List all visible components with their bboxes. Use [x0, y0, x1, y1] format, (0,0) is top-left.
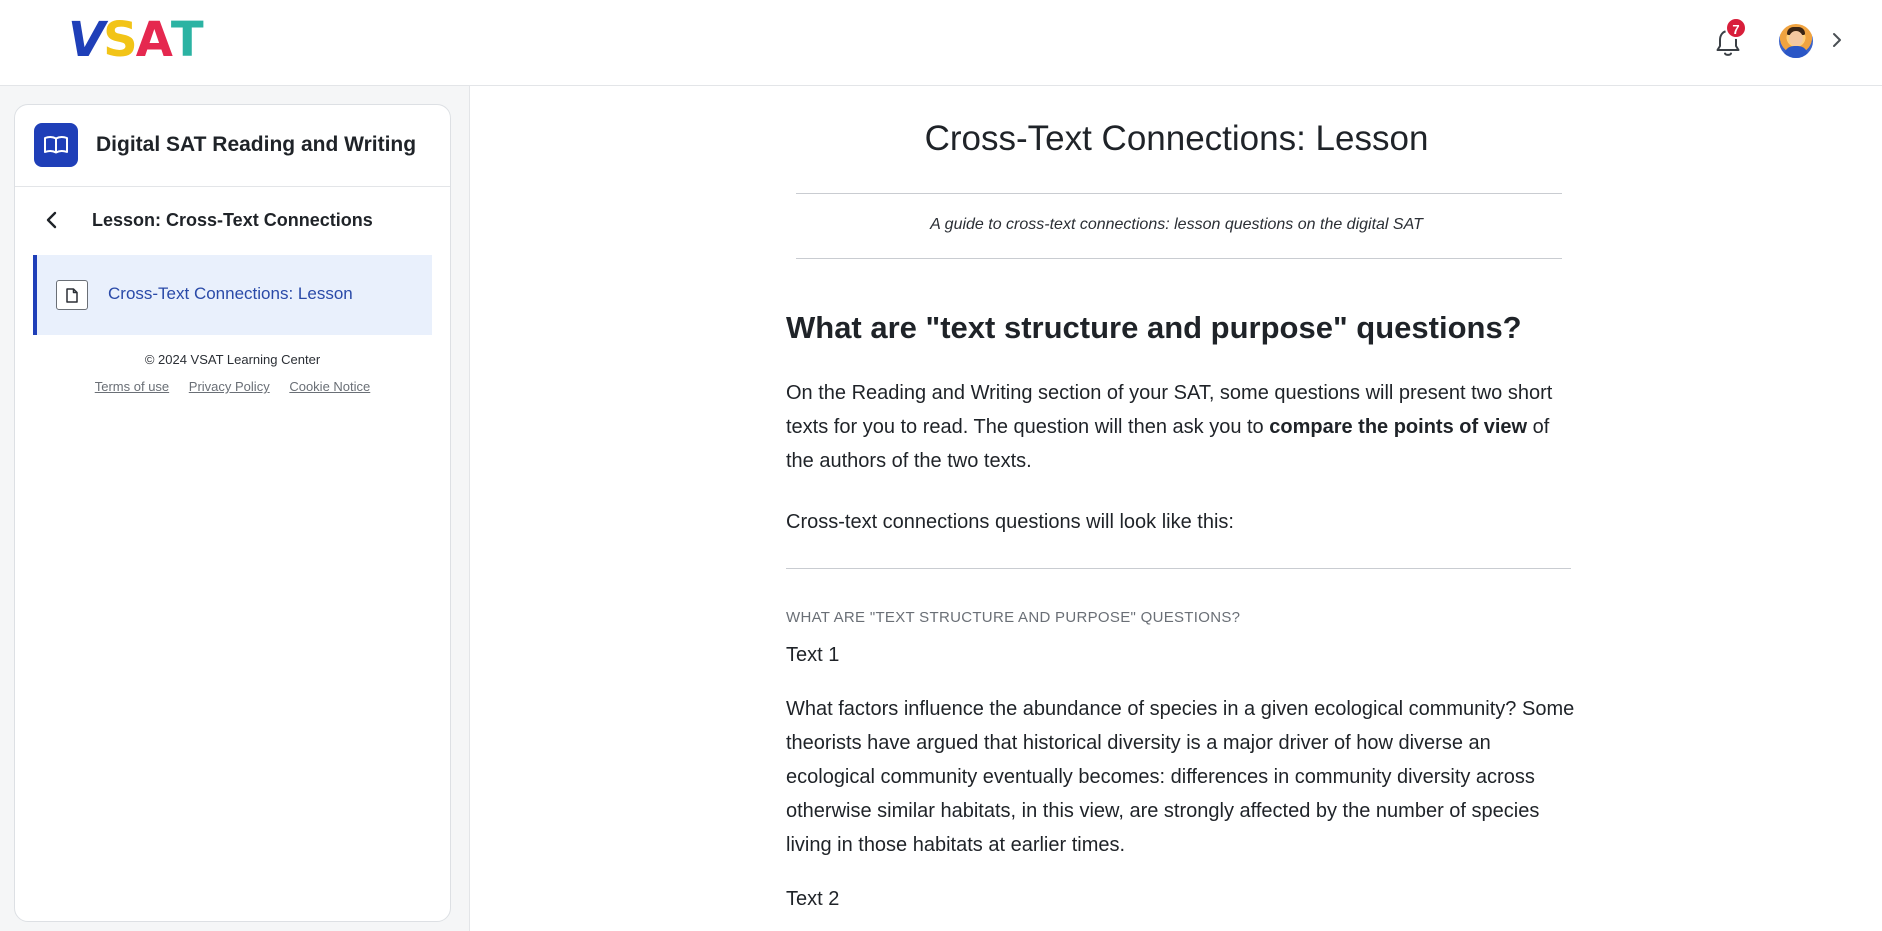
text1-body: What factors influence the abundance of … — [786, 698, 1575, 856]
avatar-shirt — [1784, 46, 1808, 58]
book-icon — [34, 123, 78, 167]
intro-text-bold: compare the points of view — [1269, 416, 1528, 438]
avatar-face — [1789, 31, 1803, 46]
cookie-link[interactable]: Cookie Notice — [289, 379, 370, 394]
copyright-text: © 2024 VSAT Learning Center — [144, 352, 321, 367]
document-icon — [56, 280, 88, 310]
lesson-header: Lesson: Cross-Text Connections — [15, 187, 450, 255]
title-divider-top — [796, 193, 1562, 194]
sidebar: Digital SAT Reading and Writing Lesson: … — [14, 104, 451, 922]
section-divider — [786, 568, 1571, 569]
title-divider-bottom — [796, 258, 1562, 259]
text1-label: Text 1 — [786, 644, 840, 666]
page-title: Cross-Text Connections: Lesson — [924, 119, 1429, 158]
example-intro-paragraph: Cross-text connections questions will lo… — [786, 511, 1234, 533]
chevron-left-icon[interactable] — [41, 209, 63, 231]
course-title: Digital SAT Reading and Writing — [96, 133, 417, 156]
main-content: Cross-Text Connections: Lesson A guide t… — [471, 86, 1882, 931]
text2-label: Text 2 — [786, 888, 840, 910]
course-header: Digital SAT Reading and Writing — [15, 105, 450, 187]
sidebar-item-cross-text-lesson[interactable]: Cross-Text Connections: Lesson — [33, 255, 432, 335]
chevron-right-icon[interactable] — [1830, 30, 1844, 50]
logo-letter-s: S — [103, 12, 138, 68]
sidebar-region: Digital SAT Reading and Writing Lesson: … — [0, 86, 470, 931]
vsat-logo[interactable]: V S A T — [68, 12, 204, 68]
logo-letter-a: A — [135, 12, 173, 68]
avatar[interactable] — [1779, 24, 1813, 58]
logo-letter-v: V — [68, 12, 105, 68]
page-subtitle: A guide to cross-text connections: lesso… — [930, 216, 1423, 233]
terms-link[interactable]: Terms of use — [95, 379, 169, 394]
intro-paragraph: On the Reading and Writing section of yo… — [786, 376, 1576, 478]
footer-links: Terms of use Privacy Policy Cookie Notic… — [15, 379, 450, 394]
logo-letter-t: T — [170, 12, 204, 68]
lesson-body: What are "text structure and purpose" qu… — [786, 310, 1576, 931]
privacy-link[interactable]: Privacy Policy — [189, 379, 270, 394]
notification-badge: 7 — [1725, 17, 1747, 39]
top-header: V S A T 7 — [0, 0, 1882, 86]
section-heading: What are "text structure and purpose" qu… — [786, 310, 1522, 345]
lesson-title: Lesson: Cross-Text Connections — [92, 210, 373, 230]
sidebar-item-label: Cross-Text Connections: Lesson — [108, 284, 353, 303]
example-eyebrow: WHAT ARE "TEXT STRUCTURE AND PURPOSE" QU… — [786, 609, 1241, 626]
